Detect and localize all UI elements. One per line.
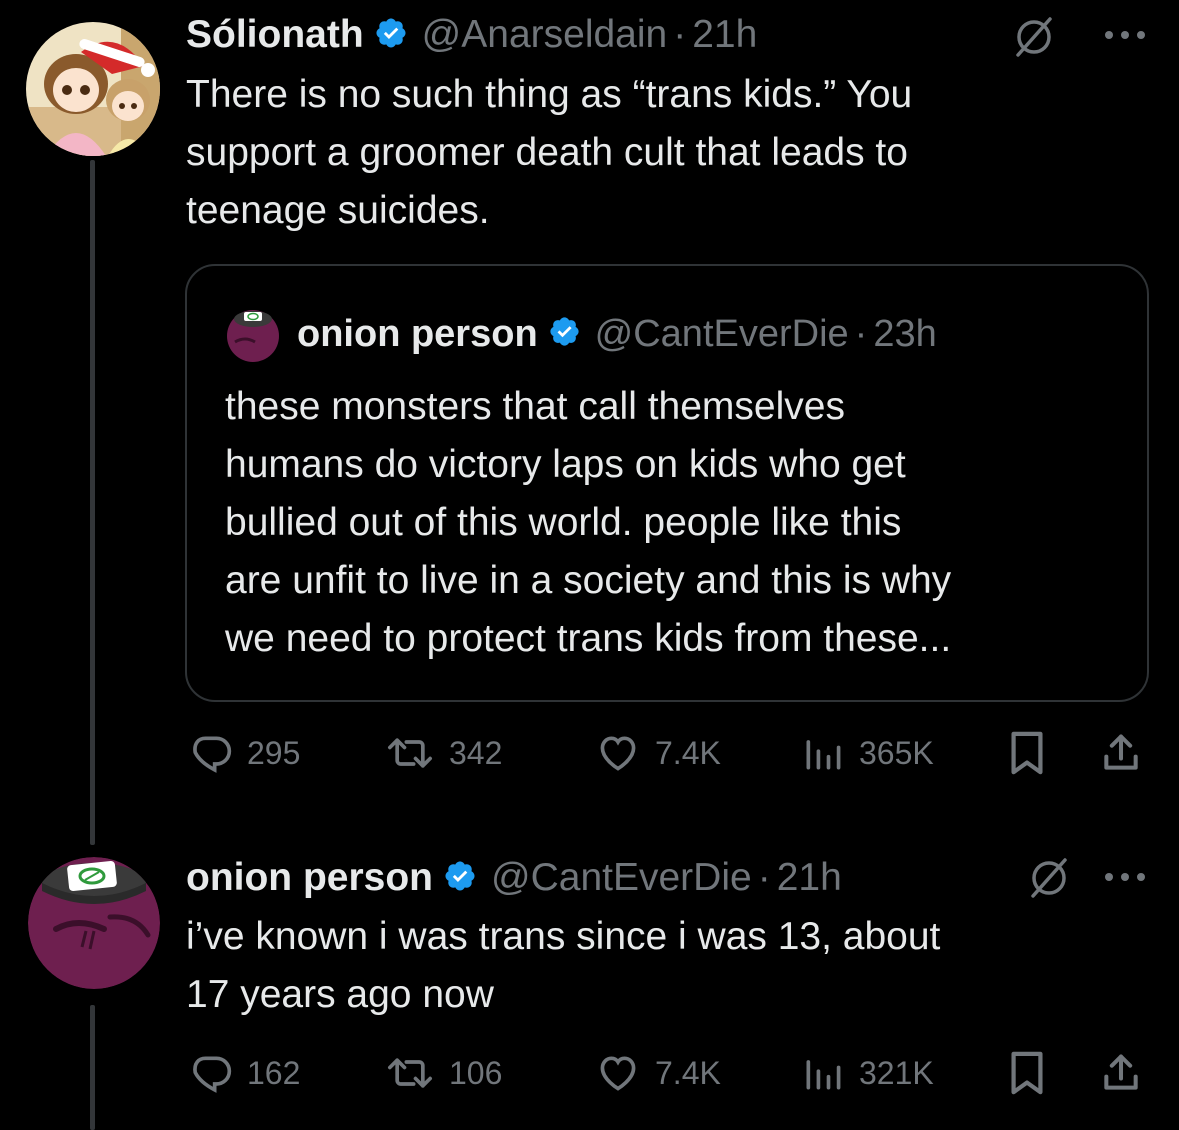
reply-button[interactable]: 295 (189, 728, 300, 778)
separator-dot: · (854, 312, 868, 355)
verified-badge-icon (374, 16, 408, 55)
onion-avatar-image (227, 310, 279, 362)
quote-handle[interactable]: @CantEverDie (595, 313, 849, 356)
views-button[interactable]: 365K (801, 728, 934, 778)
like-button[interactable]: 7.4K (595, 1048, 721, 1098)
like-icon (600, 736, 636, 771)
reply-count: 295 (247, 734, 301, 771)
views-icon (806, 740, 841, 770)
like-count: 7.4K (655, 1054, 721, 1091)
display-name[interactable]: Sólionath (186, 13, 364, 57)
thread-line-bottom (90, 1005, 95, 1130)
tweet1-action-bar: 295 342 7.4K 365K (185, 728, 1149, 778)
avatar-onion-person[interactable] (28, 857, 160, 989)
bookmark-icon (1011, 731, 1043, 775)
tweet2-action-bar: 162 106 7.4K 321K (185, 1048, 1149, 1098)
timestamp[interactable]: 21h (692, 13, 757, 57)
repost-button[interactable]: 106 (385, 1048, 502, 1098)
quoted-tweet[interactable]: onion person @CantEverDie · 23h these mo… (185, 264, 1149, 702)
share-button[interactable] (1099, 1048, 1143, 1098)
quote-display-name[interactable]: onion person (297, 313, 538, 356)
tweet2-header: onion person @CantEverDie · 21h (186, 855, 842, 901)
grok-icon[interactable] (1027, 856, 1071, 905)
timestamp[interactable]: 21h (777, 856, 842, 900)
share-icon (1104, 734, 1138, 770)
reply-icon (193, 1056, 232, 1093)
views-count: 321K (859, 1054, 934, 1091)
reply-icon (193, 736, 232, 773)
tweet-text: There is no such thing as “trans kids.” … (186, 73, 913, 232)
repost-button[interactable]: 342 (385, 728, 502, 778)
repost-icon (388, 738, 432, 768)
quote-header: onion person @CantEverDie · 23h (225, 306, 937, 362)
handle[interactable]: @CantEverDie (491, 856, 752, 900)
views-button[interactable]: 321K (801, 1048, 934, 1098)
verified-badge-icon (443, 859, 477, 898)
views-count: 365K (859, 734, 934, 771)
repost-count: 342 (449, 734, 503, 771)
bookmark-button[interactable] (1007, 1048, 1047, 1098)
quote-timestamp[interactable]: 23h (873, 313, 936, 356)
handle[interactable]: @Anarseldain (422, 13, 668, 57)
bookmark-button[interactable] (1007, 728, 1047, 778)
like-count: 7.4K (655, 734, 721, 771)
avatar-anime-image (26, 22, 160, 156)
repost-icon (388, 1058, 432, 1088)
display-name[interactable]: onion person (186, 856, 433, 900)
tweet-text: i’ve known i was trans since i was 13, a… (186, 915, 941, 1016)
avatar-solionath[interactable] (26, 22, 160, 156)
avatar-onion-small[interactable] (225, 306, 281, 362)
share-button[interactable] (1099, 728, 1143, 778)
tweet1-header: Sólionath @Anarseldain · 21h (186, 12, 757, 58)
separator-dot: · (757, 856, 771, 899)
share-icon (1104, 1054, 1138, 1090)
reply-count: 162 (247, 1054, 301, 1091)
like-button[interactable]: 7.4K (595, 728, 721, 778)
repost-count: 106 (449, 1054, 503, 1091)
verified-badge-icon (548, 315, 581, 353)
thread-line-top (90, 160, 95, 845)
bookmark-icon (1011, 1051, 1043, 1095)
onion-avatar-image (28, 857, 160, 989)
grok-icon[interactable] (1012, 15, 1056, 64)
separator-dot: · (673, 13, 687, 56)
more-icon[interactable] (1102, 870, 1148, 889)
quote-text: these monsters that call themselves huma… (225, 385, 952, 660)
like-icon (600, 1056, 636, 1091)
more-icon[interactable] (1102, 28, 1148, 47)
views-icon (806, 1060, 841, 1090)
reply-button[interactable]: 162 (189, 1048, 300, 1098)
